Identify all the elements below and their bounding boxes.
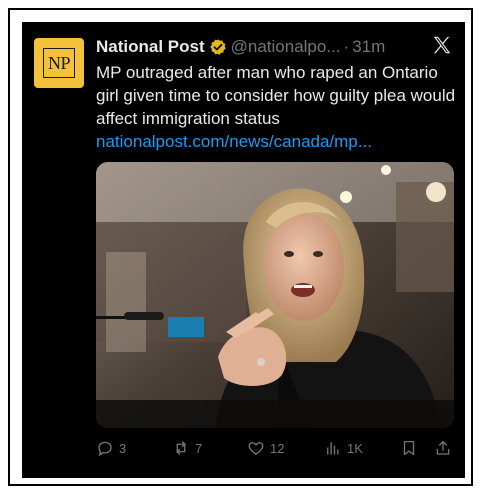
share-icon [436, 440, 450, 455]
bookmark-button[interactable] [400, 439, 418, 457]
author-name[interactable]: National Post [96, 37, 205, 57]
repost-icon [176, 441, 186, 455]
avatar-logo: NP [43, 48, 75, 78]
tweet-card[interactable]: NP National Post @nationalpo... · 31m MP… [22, 22, 465, 478]
views-count: 1K [347, 440, 363, 456]
photo-politician-speaking [96, 162, 454, 428]
timestamp[interactable]: 31m [352, 37, 385, 57]
tweet-header: National Post @nationalpo... · 31m [96, 36, 453, 58]
tweet-photo[interactable] [96, 162, 454, 428]
like-button[interactable]: 12 [247, 439, 284, 457]
verified-badge-icon [209, 39, 226, 55]
share-button[interactable] [434, 439, 452, 457]
views-icon [327, 442, 339, 455]
separator-dot: · [343, 37, 350, 56]
tweet-text: MP outraged after man who raped an Ontar… [96, 63, 456, 128]
heart-icon [248, 442, 264, 455]
repost-count: 7 [195, 440, 203, 456]
like-count: 12 [270, 440, 285, 456]
reply-count: 3 [119, 440, 127, 456]
article-link[interactable]: nationalpost.com/news/canada/mp... [96, 130, 458, 153]
avatar[interactable]: NP [34, 38, 84, 88]
action-bar: 3 7 12 1K [96, 437, 454, 459]
reply-icon [98, 441, 112, 457]
repost-button[interactable]: 7 [172, 439, 202, 457]
views-button[interactable]: 1K [324, 439, 363, 457]
tweet-body: MP outraged after man who raped an Ontar… [96, 61, 458, 153]
bookmark-icon [403, 440, 415, 456]
author-handle[interactable]: @nationalpo... [231, 37, 341, 57]
reply-button[interactable]: 3 [96, 439, 126, 457]
x-logo-icon [433, 36, 451, 54]
